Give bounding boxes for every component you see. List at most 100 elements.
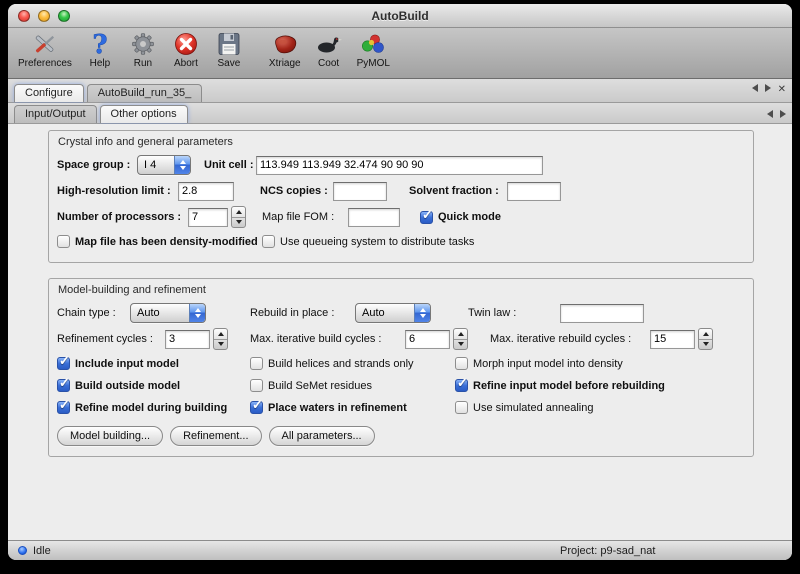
model-building-button[interactable]: Model building... [57,426,163,446]
checkbox[interactable] [57,379,70,392]
checkbox-density-modified[interactable]: Map file has been density-modified [57,235,262,248]
unit-cell-input[interactable] [256,156,543,175]
rebuild-cycles-spinner [650,328,713,350]
cycles-row: Refinement cycles : Max. iterative build… [53,326,745,352]
checkbox[interactable] [262,235,275,248]
zoom-window-button[interactable] [58,10,70,22]
pymol-button[interactable]: PyMOL [355,31,392,69]
xtriage-button[interactable]: Xtriage [267,31,303,69]
autobuild-window: AutoBuild Preferences ? Help [8,4,792,560]
close-window-button[interactable] [18,10,30,22]
build-cycles-input[interactable] [405,330,450,349]
solvent-fraction-input[interactable] [507,182,561,201]
tab-scroll-right-icon[interactable] [765,84,771,92]
sub-tab-scroll-left-icon[interactable] [767,110,773,118]
rebuild-cycles-input[interactable] [650,330,695,349]
title-bar[interactable]: AutoBuild [8,4,792,28]
checkbox-morph-input-model[interactable]: Morph input model into density [455,357,745,370]
all-parameters-button[interactable]: All parameters... [269,426,375,446]
toolbar: Preferences ? Help [8,28,792,79]
checkbox-include-input-model[interactable]: Include input model [57,357,250,370]
preferences-icon [30,31,60,57]
checkbox-label: Build outside model [75,380,180,392]
step-down-icon[interactable] [232,218,245,228]
map-fom-input[interactable] [348,208,400,227]
stepper [698,328,713,350]
checkbox-label: Build helices and strands only [268,358,414,370]
checkbox-refine-before-rebuilding[interactable]: Refine input model before rebuilding [455,379,745,392]
toolbar-item-label: Help [90,58,111,69]
toolbar-item-label: Run [134,58,152,69]
build-cycles-label: Max. iterative build cycles : [250,333,405,345]
sub-tab-scroll-right-icon[interactable] [780,110,786,118]
dropdown-arrows-icon [189,304,205,322]
high-res-input[interactable] [178,182,234,201]
checkbox-build-helices-strands[interactable]: Build helices and strands only [250,357,455,370]
tab-scroll-left-icon[interactable] [752,84,758,92]
group-title: Model-building and refinement [58,284,745,296]
sub-tab-controls [767,110,786,123]
tab-input-output[interactable]: Input/Output [14,105,97,123]
group-title: Crystal info and general parameters [58,136,745,148]
sub-tab-bar: Input/Output Other options [8,103,792,124]
build-cycles-spinner [405,328,468,350]
step-down-icon[interactable] [214,340,227,350]
checkbox[interactable] [455,401,468,414]
checkbox[interactable] [455,357,468,370]
crystal-info-group: Crystal info and general parameters Spac… [48,130,754,263]
checkbox-simulated-annealing[interactable]: Use simulated annealing [455,401,745,414]
high-res-label: High-resolution limit : [57,185,178,197]
checkbox[interactable] [420,211,433,224]
refinement-cycles-label: Refinement cycles : [57,333,165,345]
run-button[interactable]: Run [126,31,160,69]
abort-button[interactable]: Abort [169,31,203,69]
checkbox-queueing-system[interactable]: Use queueing system to distribute tasks [262,235,474,248]
preferences-button[interactable]: Preferences [16,31,74,69]
checkbox-refine-during-building[interactable]: Refine model during building [57,401,250,414]
save-button[interactable]: Save [212,31,246,69]
tab-autobuild-run[interactable]: AutoBuild_run_35_ [87,84,203,102]
processors-input[interactable] [188,208,228,227]
checkbox-label: Use simulated annealing [473,402,593,414]
tab-other-options[interactable]: Other options [100,105,188,123]
stepper [231,206,246,228]
abort-icon [171,31,201,57]
refinement-button[interactable]: Refinement... [170,426,261,446]
step-down-icon[interactable] [454,340,467,350]
checkbox[interactable] [57,235,70,248]
coot-button[interactable]: Coot [312,31,346,69]
checkbox-build-outside-model[interactable]: Build outside model [57,379,250,392]
step-up-icon[interactable] [699,329,712,340]
minimize-window-button[interactable] [38,10,50,22]
tab-configure[interactable]: Configure [14,84,84,102]
status-bar: Idle Project: p9-sad_nat [8,540,792,560]
step-up-icon[interactable] [214,329,227,340]
model-building-group: Model-building and refinement Chain type… [48,278,754,457]
rebuild-in-place-dropdown[interactable]: Auto [355,303,431,323]
checkbox[interactable] [57,401,70,414]
toolbar-item-label: PyMOL [357,58,390,69]
checkbox[interactable] [455,379,468,392]
step-up-icon[interactable] [454,329,467,340]
checkbox[interactable] [57,357,70,370]
twin-law-input[interactable] [560,304,644,323]
refinement-cycles-input[interactable] [165,330,210,349]
traffic-lights [18,10,70,22]
model-options-grid: Include input model Build helices and st… [53,357,745,414]
stepper [453,328,468,350]
run-gear-icon [128,31,158,57]
space-group-dropdown[interactable]: I 4 [137,155,191,175]
step-up-icon[interactable] [232,207,245,218]
checkbox[interactable] [250,401,263,414]
checkbox[interactable] [250,357,263,370]
tab-close-icon[interactable] [778,79,786,97]
checkbox-build-semet[interactable]: Build SeMet residues [250,379,455,392]
checkbox-place-waters[interactable]: Place waters in refinement [250,401,455,414]
ncs-copies-input[interactable] [333,182,387,201]
step-down-icon[interactable] [699,340,712,350]
checkbox-quick-mode[interactable]: Quick mode [420,211,501,224]
chain-type-dropdown[interactable]: Auto [130,303,206,323]
checkbox-label: Use queueing system to distribute tasks [280,236,474,248]
checkbox[interactable] [250,379,263,392]
help-button[interactable]: ? Help [83,31,117,69]
